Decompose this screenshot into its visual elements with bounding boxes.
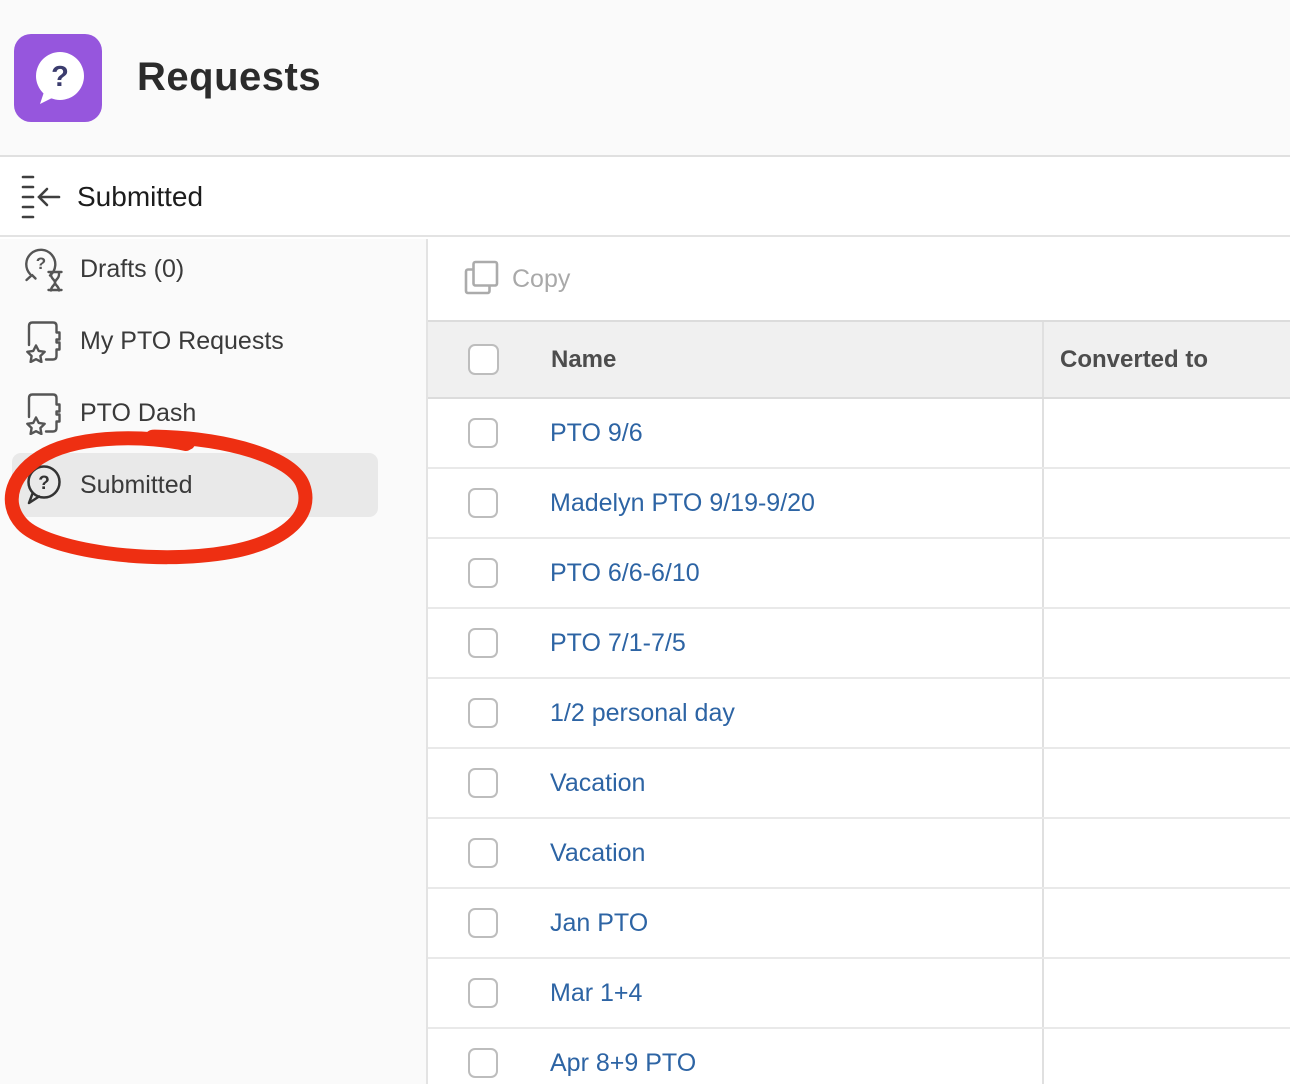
request-name-link[interactable]: Vacation bbox=[550, 769, 645, 798]
request-name-link[interactable]: 1/2 personal day bbox=[550, 699, 735, 728]
list-toolbar: Copy bbox=[428, 239, 1290, 320]
row-checkbox[interactable] bbox=[468, 558, 498, 588]
collapse-panel-icon[interactable] bbox=[21, 173, 61, 221]
report-icon bbox=[22, 318, 66, 364]
table-row: Mar 1+4 bbox=[428, 959, 1290, 1029]
report-icon bbox=[22, 390, 66, 436]
sidebar-item-submitted[interactable]: ? Submitted bbox=[0, 449, 426, 521]
sidebar-item-label: My PTO Requests bbox=[80, 326, 284, 355]
table-row: Madelyn PTO 9/19-9/20 bbox=[428, 469, 1290, 539]
row-checkbox[interactable] bbox=[468, 768, 498, 798]
subheader: Submitted bbox=[0, 159, 1290, 237]
table-row: PTO 7/1-7/5 bbox=[428, 609, 1290, 679]
sidebar-item-label: Submitted bbox=[80, 470, 193, 499]
row-checkbox[interactable] bbox=[468, 488, 498, 518]
row-checkbox[interactable] bbox=[468, 1048, 498, 1078]
main-content: Copy Name Converted to PTO 9/6 Madelyn PT… bbox=[428, 239, 1290, 1084]
table-row: PTO 9/6 bbox=[428, 399, 1290, 469]
column-header-converted-to: Converted to bbox=[1060, 345, 1209, 373]
request-name-link[interactable]: Vacation bbox=[550, 839, 645, 868]
sidebar: ? Drafts (0) My PTO Requests PTO Dash? Submi… bbox=[0, 239, 428, 1084]
request-name-link[interactable]: Jan PTO bbox=[550, 909, 648, 938]
app-root: ? Requests Submitted ? Drafts (0) My PTO R… bbox=[0, 0, 1290, 1084]
question-bubble-icon: ? bbox=[22, 462, 66, 508]
sidebar-item-my-pto-requests[interactable]: My PTO Requests bbox=[0, 305, 426, 377]
row-checkbox[interactable] bbox=[468, 698, 498, 728]
select-all-checkbox[interactable] bbox=[468, 344, 499, 375]
table-row: Jan PTO bbox=[428, 889, 1290, 959]
subheader-title: Submitted bbox=[77, 181, 204, 212]
row-checkbox[interactable] bbox=[468, 418, 498, 448]
sidebar-item-label: Drafts (0) bbox=[80, 254, 185, 283]
request-name-link[interactable]: Apr 8+9 PTO bbox=[550, 1049, 696, 1078]
table-row: PTO 6/6-6/10 bbox=[428, 539, 1290, 609]
svg-text:?: ? bbox=[36, 254, 46, 273]
svg-text:?: ? bbox=[38, 473, 50, 494]
table-row: Vacation bbox=[428, 749, 1290, 819]
request-name-link[interactable]: Madelyn PTO 9/19-9/20 bbox=[550, 489, 815, 518]
table-row: Vacation bbox=[428, 819, 1290, 889]
sidebar-item-label: PTO Dash bbox=[80, 398, 197, 427]
request-name-link[interactable]: PTO 9/6 bbox=[550, 419, 643, 448]
row-checkbox[interactable] bbox=[468, 908, 498, 938]
app-header: ? Requests bbox=[0, 0, 1290, 157]
row-checkbox[interactable] bbox=[468, 628, 498, 658]
sidebar-item-pto-dash[interactable]: PTO Dash bbox=[0, 377, 426, 449]
page-title: Requests bbox=[137, 55, 322, 99]
sidebar-item-drafts-0[interactable]: ? Drafts (0) bbox=[0, 233, 426, 305]
table-body: PTO 9/6 Madelyn PTO 9/19-9/20 PTO 6/6-6/10… bbox=[428, 399, 1290, 1084]
column-header-name: Name bbox=[551, 345, 617, 373]
svg-text:?: ? bbox=[51, 61, 69, 93]
copy-icon bbox=[463, 260, 500, 299]
copy-button[interactable]: Copy bbox=[463, 260, 570, 299]
table-row: Apr 8+9 PTO bbox=[428, 1029, 1290, 1084]
row-checkbox[interactable] bbox=[468, 838, 498, 868]
table-row: 1/2 personal day bbox=[428, 679, 1290, 749]
copy-button-label: Copy bbox=[512, 265, 571, 293]
request-name-link[interactable]: PTO 6/6-6/10 bbox=[550, 559, 700, 588]
draft-request-icon: ? bbox=[22, 246, 66, 292]
table-header: Name Converted to bbox=[428, 320, 1290, 399]
requests-app-icon: ? bbox=[14, 33, 102, 122]
row-checkbox[interactable] bbox=[468, 978, 498, 1008]
request-name-link[interactable]: PTO 7/1-7/5 bbox=[550, 629, 686, 658]
request-name-link[interactable]: Mar 1+4 bbox=[550, 979, 642, 1008]
